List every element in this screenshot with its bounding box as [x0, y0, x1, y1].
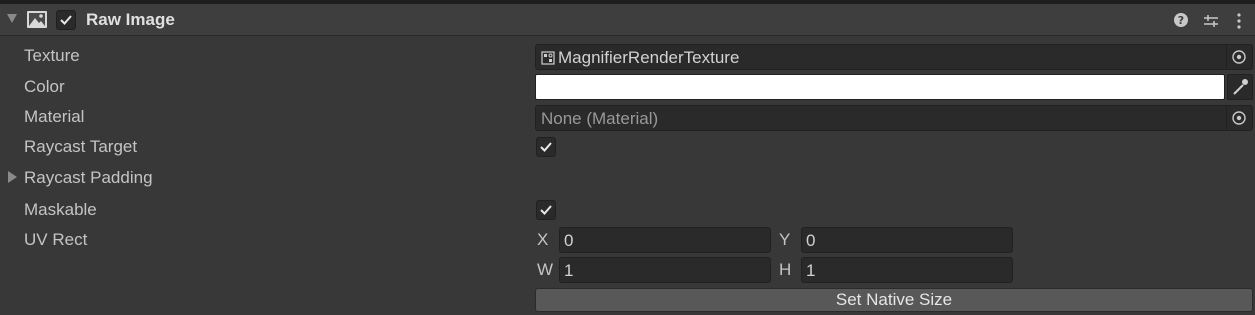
uv-rect-label: UV Rect [24, 230, 88, 249]
component-enabled-checkbox[interactable] [56, 10, 76, 30]
checkmark-icon [540, 142, 552, 152]
uv-w-input[interactable]: 1 [559, 257, 771, 283]
render-texture-icon [541, 51, 555, 65]
texture-label: Texture [24, 46, 80, 65]
help-icon[interactable]: ? [1173, 12, 1189, 28]
material-field[interactable]: None (Material) [535, 105, 1253, 131]
raycast-target-checkbox[interactable] [536, 137, 556, 157]
raycast-padding-foldout-icon[interactable] [8, 171, 17, 183]
component-header[interactable]: Raw Image ? [0, 4, 1255, 36]
component-title: Raw Image [86, 10, 175, 29]
svg-text:?: ? [1178, 14, 1184, 27]
uv-w-label: W [537, 260, 554, 279]
uv-x-input[interactable]: 0 [559, 227, 771, 253]
texture-value: MagnifierRenderTexture [558, 48, 740, 67]
color-swatch-field[interactable] [535, 74, 1225, 100]
object-picker-icon [1232, 50, 1246, 64]
raycast-padding-label[interactable]: Raycast Padding [24, 168, 153, 188]
checkmark-icon [60, 15, 72, 25]
foldout-expanded-icon[interactable] [7, 14, 17, 23]
eyedropper-icon [1233, 79, 1248, 95]
texture-object-picker[interactable] [1226, 45, 1252, 69]
uv-w-value: 1 [564, 261, 574, 280]
uv-y-input[interactable]: 0 [801, 227, 1013, 253]
uv-y-label: Y [779, 230, 791, 249]
uv-h-input[interactable]: 1 [801, 257, 1013, 283]
material-label: Material [24, 107, 85, 126]
kebab-menu-icon[interactable] [1234, 12, 1244, 30]
material-object-picker[interactable] [1226, 106, 1252, 130]
uv-x-value: 0 [564, 231, 574, 250]
object-picker-icon [1232, 111, 1246, 125]
uv-x-label: X [537, 230, 549, 249]
maskable-checkbox[interactable] [536, 200, 556, 220]
checkmark-icon [540, 205, 552, 215]
raycast-target-label: Raycast Target [24, 137, 138, 156]
set-native-size-button[interactable]: Set Native Size [535, 288, 1253, 312]
maskable-label: Maskable [24, 200, 97, 219]
color-label: Color [24, 77, 65, 96]
uv-h-value: 1 [806, 261, 816, 280]
eyedropper-button[interactable] [1227, 74, 1253, 100]
uv-h-label: H [779, 260, 792, 279]
preset-icon[interactable] [1202, 12, 1220, 30]
material-value: None (Material) [541, 109, 659, 128]
texture-field[interactable]: MagnifierRenderTexture [535, 44, 1253, 70]
uv-y-value: 0 [806, 231, 816, 250]
raw-image-icon [27, 11, 47, 28]
